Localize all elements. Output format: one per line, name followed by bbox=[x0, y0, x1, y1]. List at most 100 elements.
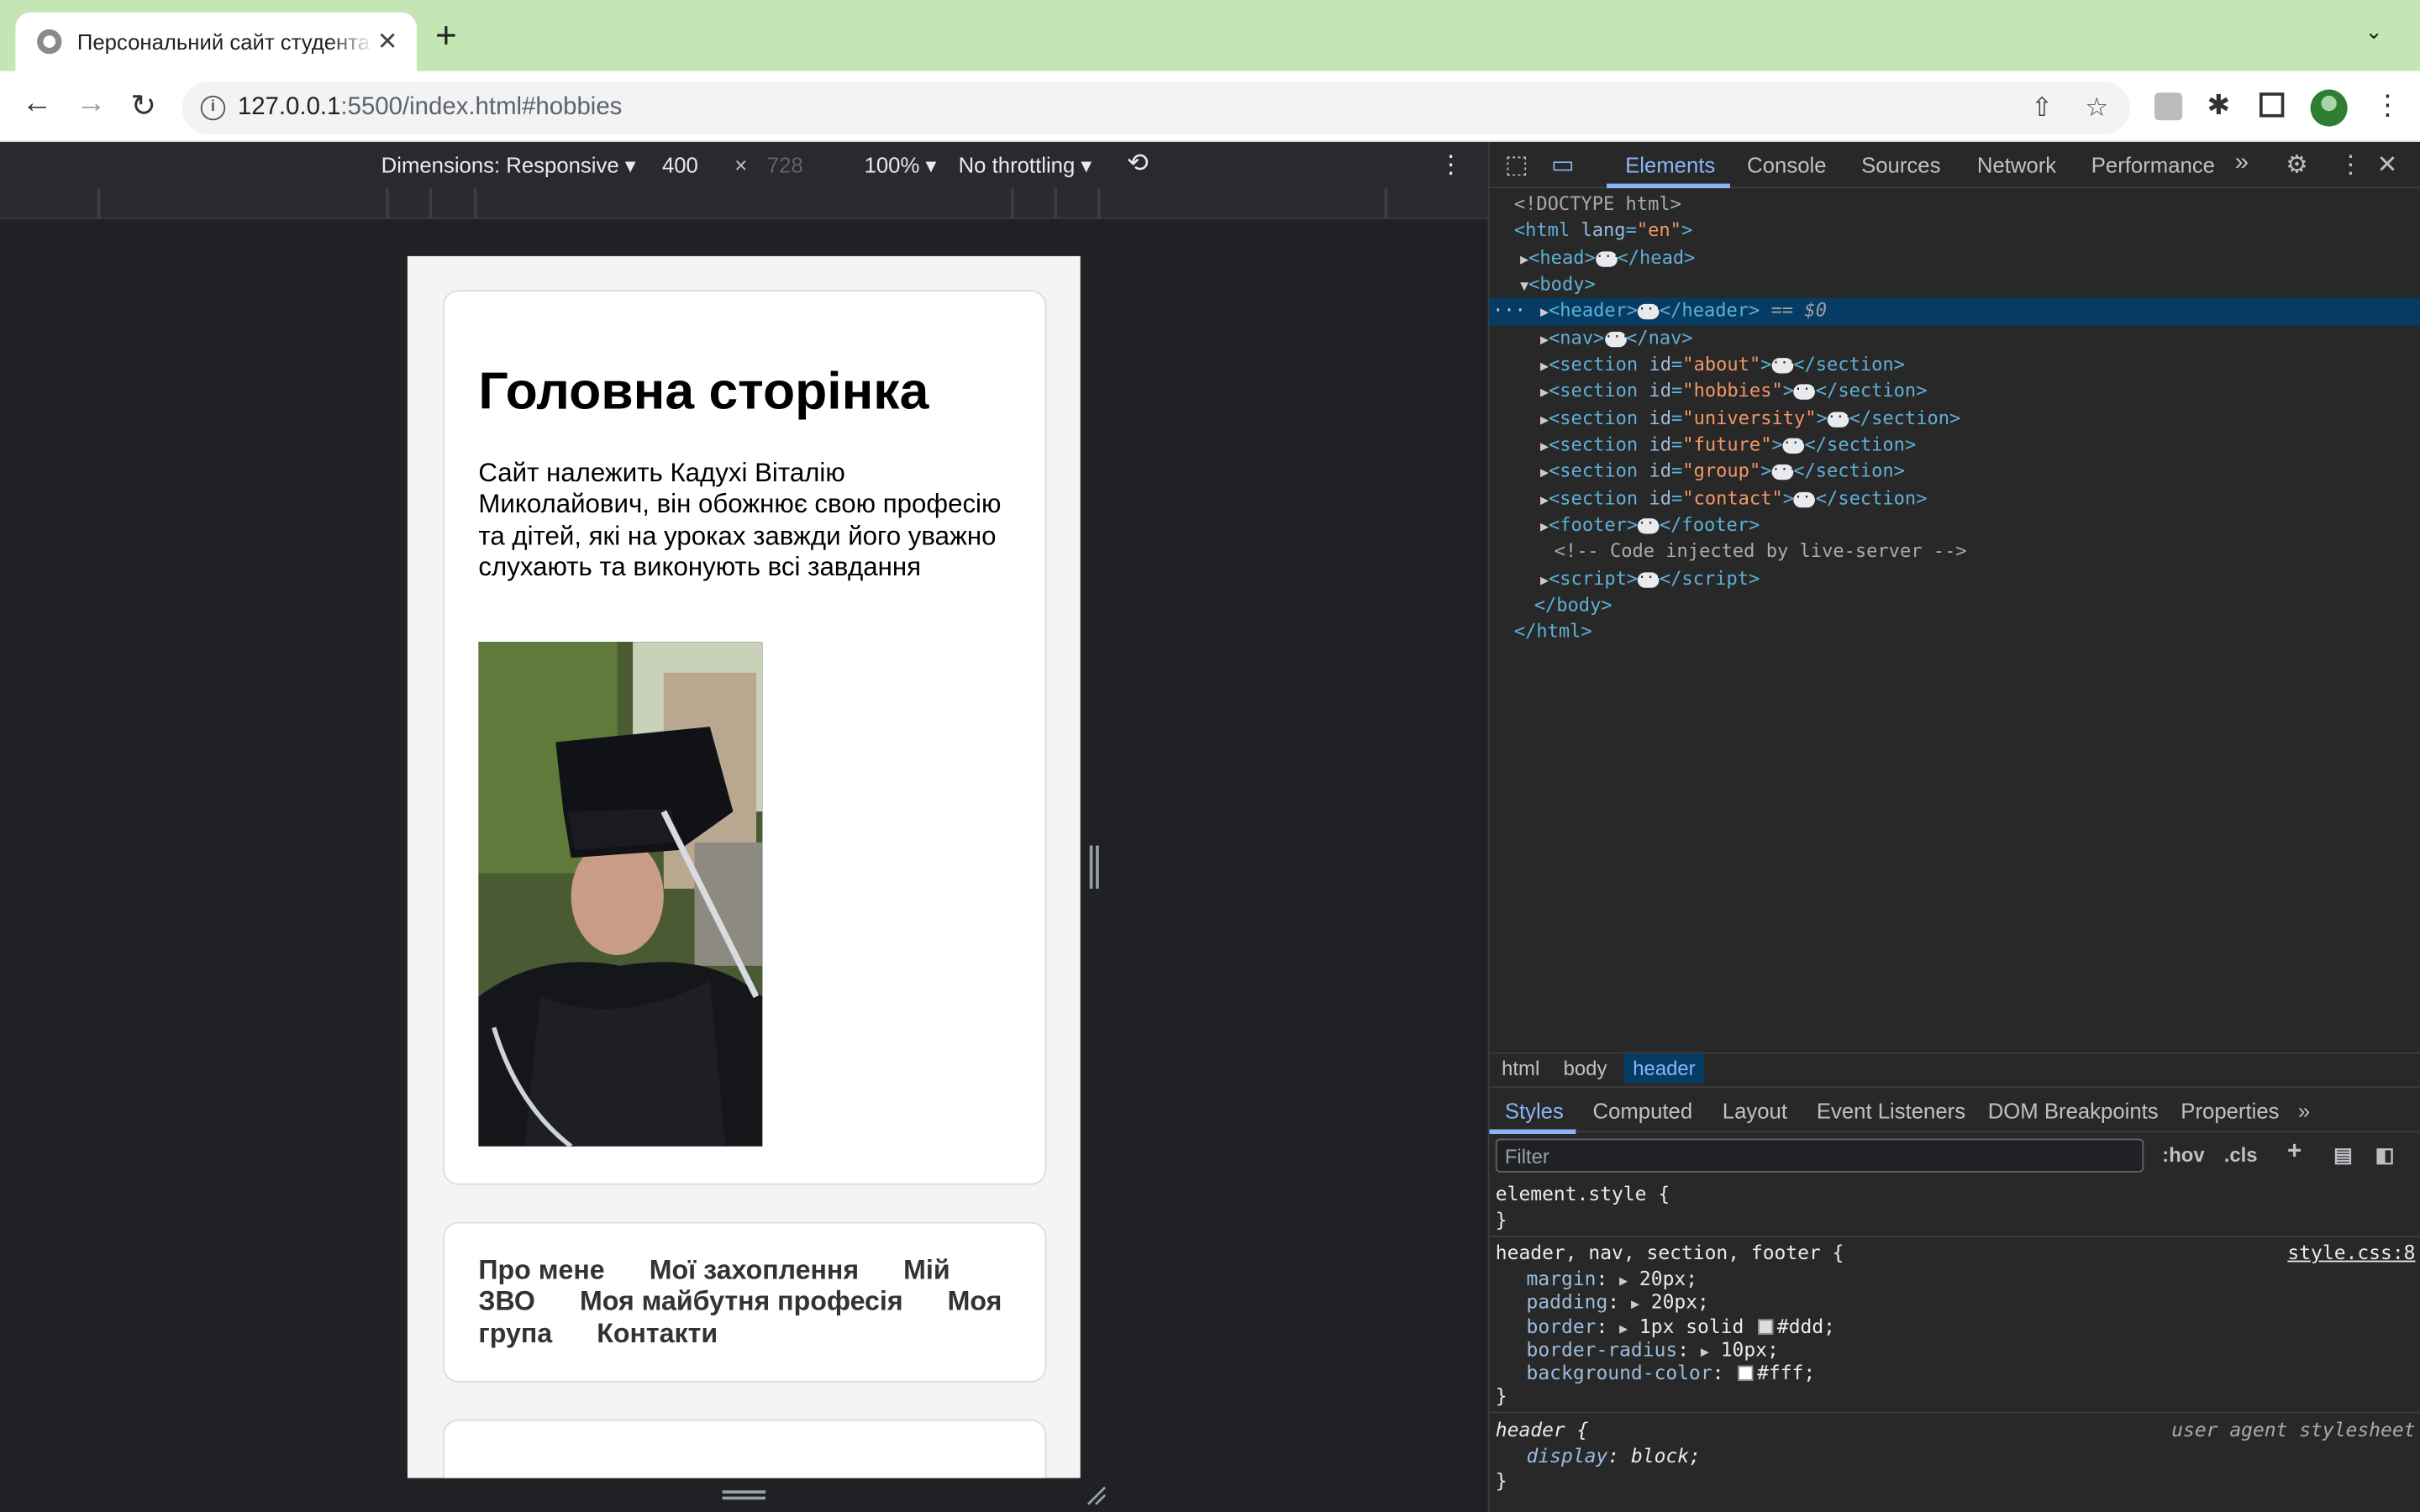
dom-doctype[interactable]: <!DOCTYPE html> bbox=[1514, 192, 1681, 218]
forward-icon[interactable]: → bbox=[71, 87, 111, 122]
tab-console[interactable]: Console bbox=[1747, 153, 1826, 177]
devtools-menu-icon[interactable]: ⋮ bbox=[2338, 150, 2363, 181]
dom-nav[interactable]: ▶<nav>···</nav> bbox=[1540, 326, 1693, 352]
ua-rule-close: } bbox=[1495, 1468, 1507, 1493]
rotate-icon[interactable]: ⟲ bbox=[1127, 148, 1149, 179]
bookmark-star-icon[interactable]: ☆ bbox=[2085, 92, 2108, 123]
nav-link-hobbies[interactable]: Мої захоплення bbox=[650, 1254, 859, 1285]
dom-section-future[interactable]: ▶<section id="future">···</section> bbox=[1540, 432, 1916, 458]
tab-sources[interactable]: Sources bbox=[1861, 153, 1940, 177]
settings-gear-icon[interactable]: ⚙ bbox=[2286, 150, 2307, 181]
media-query-ruler[interactable] bbox=[0, 188, 1488, 219]
reload-icon[interactable]: ↻ bbox=[124, 87, 164, 125]
side-panel-icon[interactable] bbox=[2259, 92, 2285, 118]
dom-footer[interactable]: ▶<footer>···</footer> bbox=[1540, 512, 1760, 538]
viewport-corner-resize-icon[interactable] bbox=[1085, 1484, 1107, 1506]
prop-margin[interactable]: margin: ▶ 20px; bbox=[1527, 1267, 1698, 1290]
profile-avatar[interactable] bbox=[2310, 89, 2348, 127]
breadcrumb-header[interactable]: header bbox=[1623, 1053, 1705, 1084]
dom-section-group[interactable]: ▶<section id="group">···</section> bbox=[1540, 459, 1905, 485]
styles-filter-input[interactable] bbox=[1497, 1140, 2143, 1172]
page-header-card: Головна сторінка Сайт належить Кадухі Ві… bbox=[443, 290, 1047, 1185]
globe-icon bbox=[37, 29, 62, 55]
more-tabs-icon[interactable]: » bbox=[2235, 150, 2249, 177]
tab-performance[interactable]: Performance bbox=[2091, 153, 2215, 177]
breadcrumb-body[interactable]: body bbox=[1564, 1057, 1607, 1080]
puzzle-icon[interactable]: ✱ bbox=[2207, 90, 2231, 123]
dom-section-university[interactable]: ▶<section id="university">···</section> bbox=[1540, 406, 1960, 432]
tab-network[interactable]: Network bbox=[1977, 153, 2056, 177]
color-swatch[interactable] bbox=[1758, 1319, 1775, 1335]
tab-properties[interactable]: Properties bbox=[2181, 1099, 2279, 1123]
hov-toggle[interactable]: :hov bbox=[2162, 1143, 2204, 1167]
extension-image-icon[interactable] bbox=[2154, 92, 2183, 121]
new-tab-button[interactable]: + bbox=[435, 18, 457, 55]
dom-head[interactable]: ▶<head>···</head> bbox=[1520, 245, 1695, 271]
dom-comment[interactable]: <!-- Code injected by live-server --> bbox=[1555, 538, 1967, 564]
rule-divider bbox=[1489, 1411, 2420, 1414]
device-more-icon[interactable]: ⋮ bbox=[1439, 150, 1463, 181]
dimensions-dropdown[interactable]: Dimensions: Responsive ▾ bbox=[381, 153, 636, 179]
zoom-dropdown[interactable]: 100% ▾ bbox=[865, 153, 937, 179]
browser-tab-strip: Персональний сайт студента ✕ + ⌄ bbox=[0, 0, 2420, 71]
tab-computed[interactable]: Computed bbox=[1593, 1099, 1693, 1123]
dom-body-close[interactable]: </body> bbox=[1534, 592, 1612, 618]
prop-border-radius[interactable]: border-radius: ▶ 10px; bbox=[1527, 1337, 1779, 1361]
dom-section-hobbies[interactable]: ▶<section id="hobbies">···</section> bbox=[1540, 378, 1927, 404]
browser-tab[interactable]: Персональний сайт студента ✕ bbox=[15, 12, 417, 71]
element-style-selector[interactable]: element.style { bbox=[1496, 1182, 1670, 1205]
dom-script[interactable]: ▶<script>···</script> bbox=[1540, 566, 1760, 592]
tab-layout[interactable]: Layout bbox=[1723, 1099, 1787, 1123]
url-text[interactable]: 127.0.0.1:5500/index.html#hobbies bbox=[238, 94, 623, 122]
close-tab-icon[interactable]: ✕ bbox=[373, 26, 401, 57]
breadcrumb-html[interactable]: html bbox=[1502, 1057, 1539, 1080]
kebab-menu-icon[interactable]: ⋮ bbox=[2374, 90, 2402, 123]
dimension-times: × bbox=[734, 152, 748, 178]
student-photo bbox=[478, 642, 763, 1147]
address-bar[interactable]: i 127.0.0.1:5500/index.html#hobbies ⇧ ☆ bbox=[182, 81, 2130, 134]
dom-row-menu-icon[interactable]: ··· bbox=[1492, 297, 1526, 323]
toggle-sidebar-icon[interactable]: ◧ bbox=[2375, 1143, 2395, 1168]
dom-html-close[interactable]: </html> bbox=[1514, 619, 1592, 645]
device-toggle-icon[interactable]: ▭ bbox=[1551, 150, 1575, 181]
prop-border[interactable]: border: ▶ 1px solid #ddd; bbox=[1527, 1315, 1835, 1338]
tab-dom-breakpoints[interactable]: DOM Breakpoints bbox=[1988, 1099, 2159, 1123]
tab-event-listeners[interactable]: Event Listeners bbox=[1817, 1099, 1965, 1123]
share-icon[interactable]: ⇧ bbox=[2031, 92, 2053, 123]
page-title: Головна сторінка bbox=[478, 362, 929, 422]
rule-selector[interactable]: header, nav, section, footer { bbox=[1496, 1241, 1844, 1264]
paint-brush-icon[interactable]: ▤ bbox=[2333, 1143, 2353, 1168]
prop-padding[interactable]: padding: ▶ 20px; bbox=[1527, 1290, 1709, 1314]
viewport-resize-handle[interactable] bbox=[1089, 845, 1099, 889]
tab-elements[interactable]: Elements bbox=[1625, 153, 1715, 177]
ua-rule-selector[interactable]: header { bbox=[1496, 1418, 1589, 1441]
styles-filter[interactable] bbox=[1495, 1138, 2144, 1173]
new-rule-icon[interactable]: + bbox=[2287, 1139, 2302, 1167]
dom-section-about[interactable]: ▶<section id="about">···</section> bbox=[1540, 352, 1905, 378]
chevron-down-icon[interactable]: ⌄ bbox=[2365, 18, 2383, 45]
tab-styles[interactable]: Styles bbox=[1505, 1099, 1564, 1123]
color-swatch[interactable] bbox=[1739, 1365, 1754, 1381]
dom-header[interactable]: ▶<header>···</header> == $0 bbox=[1540, 297, 1827, 323]
devtools-panel: ⬚ ▭ Elements Console Sources Network Per… bbox=[1487, 141, 2420, 1512]
prop-display[interactable]: display: block; bbox=[1527, 1444, 1701, 1467]
close-devtools-icon[interactable]: ✕ bbox=[2377, 150, 2398, 181]
active-tab-indicator bbox=[1607, 183, 1730, 189]
width-input[interactable]: 400 bbox=[662, 153, 698, 177]
dom-section-contact[interactable]: ▶<section id="contact">···</section> bbox=[1540, 486, 1927, 512]
prop-background-color[interactable]: background-color: #fff; bbox=[1527, 1361, 1816, 1384]
viewport-bottom-resize-handle[interactable] bbox=[722, 1490, 766, 1500]
rule-source-link[interactable]: style.css:8 bbox=[2287, 1241, 2415, 1264]
nav-link-about[interactable]: Про мене bbox=[478, 1254, 604, 1285]
inspect-element-icon[interactable]: ⬚ bbox=[1505, 150, 1528, 181]
back-icon[interactable]: ← bbox=[17, 87, 57, 122]
more-styles-tabs-icon[interactable]: » bbox=[2298, 1099, 2310, 1123]
dom-html[interactable]: <html lang="en"> bbox=[1514, 218, 1692, 244]
dom-body[interactable]: ▼<body> bbox=[1520, 271, 1596, 297]
site-info-icon[interactable]: i bbox=[200, 95, 226, 121]
height-input[interactable]: 728 bbox=[767, 153, 803, 177]
nav-link-future[interactable]: Моя майбутня професія bbox=[580, 1286, 903, 1317]
throttling-dropdown[interactable]: No throttling ▾ bbox=[959, 153, 1092, 179]
nav-link-contact[interactable]: Контакти bbox=[597, 1317, 718, 1348]
cls-toggle[interactable]: .cls bbox=[2224, 1143, 2258, 1167]
